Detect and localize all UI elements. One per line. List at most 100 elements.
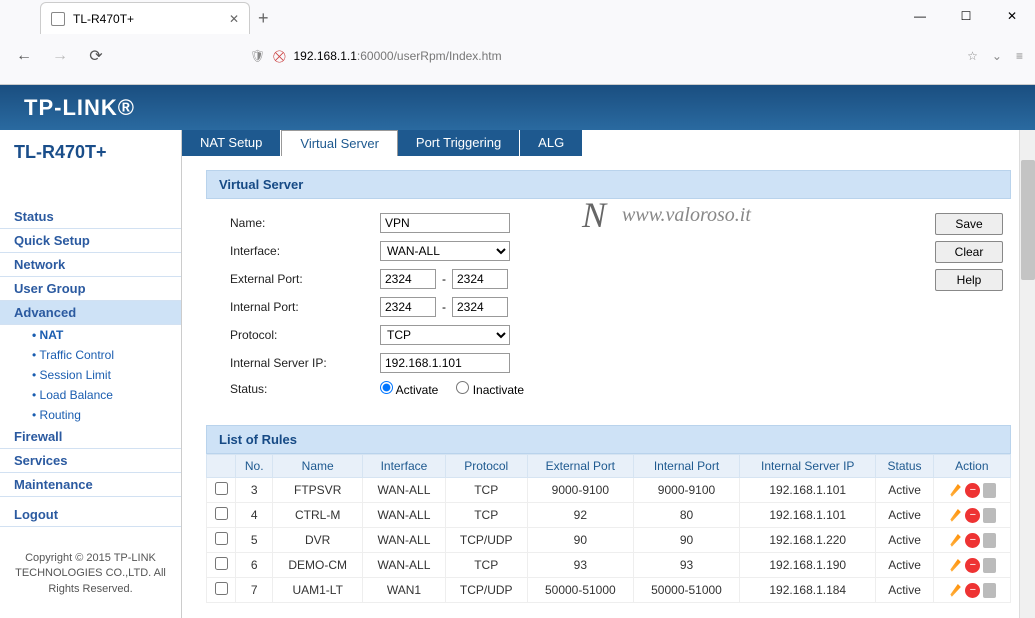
status-label: Status: xyxy=(230,382,380,396)
sidebar-item-network[interactable]: Network xyxy=(0,253,181,277)
cell-int-port: 93 xyxy=(633,553,739,578)
list-title: List of Rules xyxy=(206,425,1011,454)
intport-from-input[interactable] xyxy=(380,297,436,317)
cell-no: 5 xyxy=(236,528,273,553)
delete-icon[interactable]: − xyxy=(965,558,980,573)
minimize-button[interactable]: — xyxy=(897,0,943,32)
sidebar-item-services[interactable]: Services xyxy=(0,449,181,473)
cell-status: Active xyxy=(876,503,933,528)
activate-radio[interactable]: Activate xyxy=(380,381,438,397)
delete-icon[interactable]: − xyxy=(965,508,980,523)
sidebar-sub-traffic-control[interactable]: Traffic Control xyxy=(0,345,181,365)
cell-no: 4 xyxy=(236,503,273,528)
serverip-input[interactable] xyxy=(380,353,510,373)
reload-button[interactable]: ⟳ xyxy=(84,46,108,66)
col-header: Internal Server IP xyxy=(740,455,876,478)
sidebar-item-user-group[interactable]: User Group xyxy=(0,277,181,301)
new-tab-button[interactable]: + xyxy=(258,8,269,29)
trash-icon[interactable] xyxy=(983,583,996,598)
watermark-icon: N xyxy=(582,194,606,236)
cell-ext-port: 90 xyxy=(527,528,633,553)
delete-icon[interactable]: − xyxy=(965,583,980,598)
browser-nav-bar: ← → ⟳ 🛡 ⛒ 192.168.1.1:60000/userRpm/Inde… xyxy=(0,36,1035,76)
cell-interface: WAN-ALL xyxy=(363,528,445,553)
sidebar-item-quick-setup[interactable]: Quick Setup xyxy=(0,229,181,253)
close-button[interactable]: ✕ xyxy=(989,0,1035,32)
delete-icon[interactable]: − xyxy=(965,483,980,498)
tab-virtual-server[interactable]: Virtual Server xyxy=(281,130,398,156)
trash-icon[interactable] xyxy=(983,508,996,523)
cell-protocol: TCP/UDP xyxy=(445,578,527,603)
col-header: Interface xyxy=(363,455,445,478)
extport-to-input[interactable] xyxy=(452,269,508,289)
cell-ext-port: 9000-9100 xyxy=(527,478,633,503)
sidebar-item-firewall[interactable]: Firewall xyxy=(0,425,181,449)
forward-button[interactable]: → xyxy=(48,47,72,65)
bookmark-icon[interactable]: ☆ xyxy=(967,49,978,63)
copyright-text: Copyright © 2015 TP-LINK TECHNOLOGIES CO… xyxy=(0,545,181,603)
sidebar-item-advanced[interactable]: Advanced xyxy=(0,301,181,325)
sidebar-sub-routing[interactable]: Routing xyxy=(0,405,181,425)
cell-status: Active xyxy=(876,578,933,603)
brand-logo: TP-LINK® xyxy=(24,95,135,121)
row-checkbox[interactable] xyxy=(215,532,228,545)
close-icon[interactable]: ✕ xyxy=(229,12,239,26)
sidebar-sub-session-limit[interactable]: Session Limit xyxy=(0,365,181,385)
inactivate-radio[interactable]: Inactivate xyxy=(456,381,524,397)
sidebar-logout[interactable]: Logout xyxy=(0,503,181,527)
cell-interface: WAN1 xyxy=(363,578,445,603)
intport-to-input[interactable] xyxy=(452,297,508,317)
scroll-thumb[interactable] xyxy=(1021,160,1035,280)
intport-label: Internal Port: xyxy=(230,300,380,314)
table-row: 4 CTRL-M WAN-ALL TCP 92 80 192.168.1.101… xyxy=(207,503,1011,528)
row-checkbox[interactable] xyxy=(215,582,228,595)
name-input[interactable] xyxy=(380,213,510,233)
edit-icon[interactable] xyxy=(947,508,962,523)
cell-status: Active xyxy=(876,553,933,578)
browser-tab[interactable]: TL-R470T+ ✕ xyxy=(40,2,250,34)
save-button[interactable]: Save xyxy=(935,213,1003,235)
sidebar-sub-nat[interactable]: NAT xyxy=(0,325,181,345)
sidebar-item-maintenance[interactable]: Maintenance xyxy=(0,473,181,497)
pocket-icon[interactable]: ⌄ xyxy=(992,49,1002,63)
cell-protocol: TCP xyxy=(445,553,527,578)
extport-from-input[interactable] xyxy=(380,269,436,289)
delete-icon[interactable]: − xyxy=(965,533,980,548)
watermark: Nwww.valoroso.it xyxy=(582,194,751,236)
cell-protocol: TCP xyxy=(445,478,527,503)
trash-icon[interactable] xyxy=(983,533,996,548)
url-bar[interactable]: 🛡 ⛒ 192.168.1.1:60000/userRpm/Index.htm xyxy=(250,49,502,64)
cell-ip: 192.168.1.220 xyxy=(740,528,876,553)
interface-select[interactable]: WAN-ALL xyxy=(380,241,510,261)
top-tabs: NAT SetupVirtual ServerPort TriggeringAL… xyxy=(182,130,1035,156)
edit-icon[interactable] xyxy=(947,558,962,573)
clear-button[interactable]: Clear xyxy=(935,241,1003,263)
protocol-select[interactable]: TCP xyxy=(380,325,510,345)
edit-icon[interactable] xyxy=(947,533,962,548)
sidebar-sub-load-balance[interactable]: Load Balance xyxy=(0,385,181,405)
edit-icon[interactable] xyxy=(947,583,962,598)
url-host: 192.168.1.1 xyxy=(293,49,356,63)
back-button[interactable]: ← xyxy=(12,47,36,65)
tab-alg[interactable]: ALG xyxy=(520,130,583,156)
cell-int-port: 80 xyxy=(633,503,739,528)
sidebar-item-status[interactable]: Status xyxy=(0,205,181,229)
table-row: 5 DVR WAN-ALL TCP/UDP 90 90 192.168.1.22… xyxy=(207,528,1011,553)
menu-icon[interactable]: ≡ xyxy=(1016,49,1023,63)
edit-icon[interactable] xyxy=(947,483,962,498)
tab-port-triggering[interactable]: Port Triggering xyxy=(398,130,520,156)
trash-icon[interactable] xyxy=(983,558,996,573)
cell-status: Active xyxy=(876,528,933,553)
help-button[interactable]: Help xyxy=(935,269,1003,291)
col-header: Name xyxy=(273,455,363,478)
tab-nat-setup[interactable]: NAT Setup xyxy=(182,130,281,156)
scrollbar[interactable] xyxy=(1019,130,1035,618)
maximize-button[interactable]: ☐ xyxy=(943,0,989,32)
row-checkbox[interactable] xyxy=(215,557,228,570)
col-header: Status xyxy=(876,455,933,478)
window-controls: — ☐ ✕ xyxy=(897,0,1035,32)
row-checkbox[interactable] xyxy=(215,482,228,495)
trash-icon[interactable] xyxy=(983,483,996,498)
sidebar: TL-R470T+ StatusQuick SetupNetworkUser G… xyxy=(0,130,182,618)
row-checkbox[interactable] xyxy=(215,507,228,520)
